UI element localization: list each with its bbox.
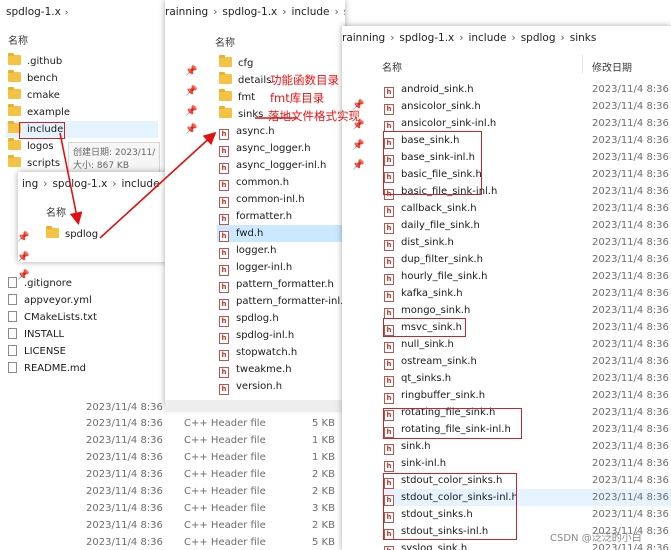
annotation-note-functions: 功能函数目录: [270, 73, 339, 87]
annotation-note-fmt: fmt库目录: [270, 91, 325, 105]
annotation-note-sinks: 落地文件格式实现: [268, 109, 360, 123]
watermark: CSDN @泛泛的小白: [550, 533, 642, 544]
arrow-spdlog-to-sinks: [99, 131, 217, 239]
arrow-include-to-spdlog: [59, 132, 83, 226]
